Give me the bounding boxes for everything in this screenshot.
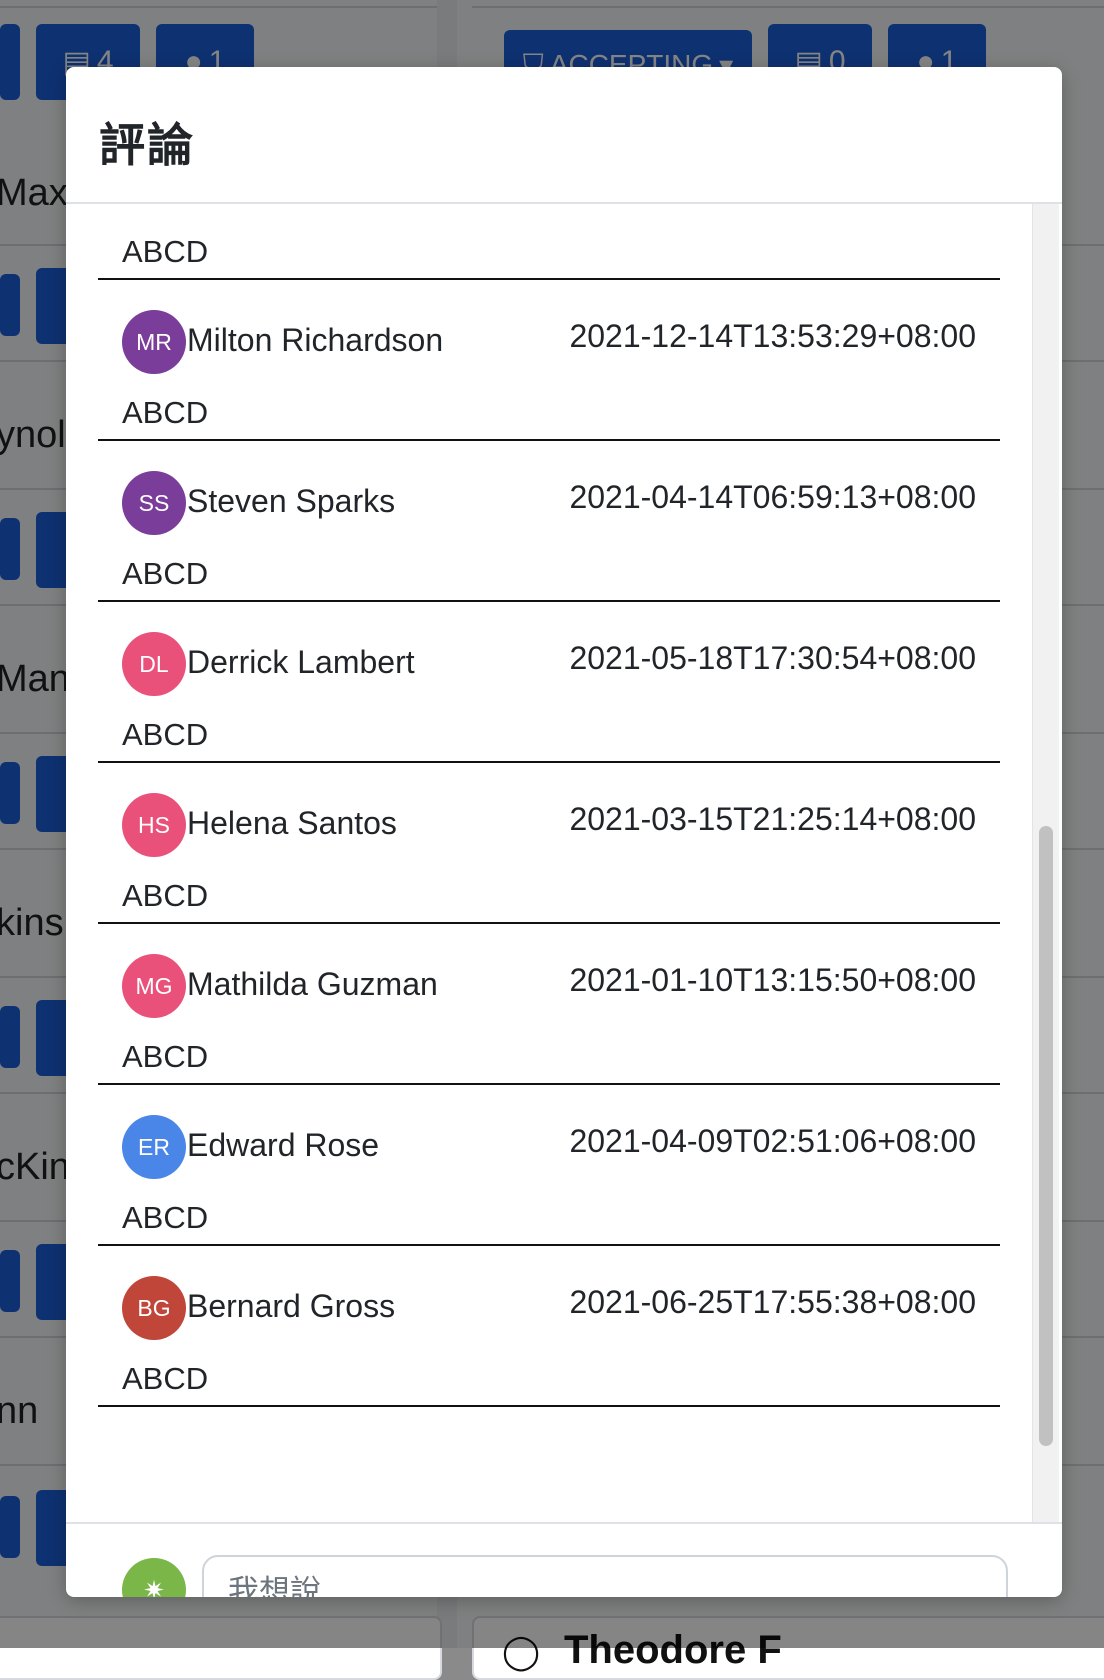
comment-author: Helena Santos xyxy=(187,805,397,841)
comment-text: ABCD xyxy=(122,878,209,913)
comment-timestamp: 2021-05-18T17:30:54+08:00 xyxy=(569,640,976,676)
comment-timestamp: 2021-01-10T13:15:50+08:00 xyxy=(569,962,976,998)
comment-text: ABCD xyxy=(122,234,209,269)
comments-modal: 評論 ABCD MR Milton Richardson 2021-12-14T… xyxy=(66,67,1062,1597)
comment-text: ABCD xyxy=(122,556,209,591)
comment-author: Edward Rose xyxy=(187,1127,380,1163)
comment-item: MR Milton Richardson 2021-12-14T13:53:29… xyxy=(98,280,1000,441)
avatar: DL xyxy=(122,632,186,696)
comment-timestamp: 2021-04-09T02:51:06+08:00 xyxy=(569,1123,976,1159)
comment-text: ABCD xyxy=(122,395,209,430)
scrollbar[interactable] xyxy=(1032,204,1059,1522)
modal-title: 評論 xyxy=(99,119,195,171)
comment-item: MG Mathilda Guzman 2021-01-10T13:15:50+0… xyxy=(98,924,1000,1085)
modal-footer: ✷ xyxy=(66,1522,1062,1597)
avatar: MG xyxy=(122,954,186,1018)
comment-list: ABCD MR Milton Richardson 2021-12-14T13:… xyxy=(98,204,1000,1407)
comment-text: ABCD xyxy=(122,1039,209,1074)
sparkle-icon: ✷ xyxy=(143,1574,165,1598)
comment-item: ER Edward Rose 2021-04-09T02:51:06+08:00… xyxy=(98,1085,1000,1246)
comment-author: Bernard Gross xyxy=(187,1288,396,1324)
comment-item: HS Helena Santos 2021-03-15T21:25:14+08:… xyxy=(98,763,1000,924)
comment-text: ABCD xyxy=(122,1200,209,1235)
comment-timestamp: 2021-06-25T17:55:38+08:00 xyxy=(569,1284,976,1320)
avatar: SS xyxy=(122,471,186,535)
comment-timestamp: 2021-04-14T06:59:13+08:00 xyxy=(569,479,976,515)
comment-author: Milton Richardson xyxy=(187,322,444,358)
comment-input[interactable] xyxy=(202,1555,1008,1597)
comment-item: ABCD xyxy=(98,204,1000,280)
avatar: ER xyxy=(122,1115,186,1179)
comment-author: Derrick Lambert xyxy=(187,644,415,680)
comment-text: ABCD xyxy=(122,1361,209,1396)
modal-body[interactable]: ABCD MR Milton Richardson 2021-12-14T13:… xyxy=(66,204,1062,1522)
avatar: MR xyxy=(122,310,186,374)
comment-timestamp: 2021-03-15T21:25:14+08:00 xyxy=(569,801,976,837)
avatar: HS xyxy=(122,793,186,857)
comment-author: Steven Sparks xyxy=(187,483,396,519)
scrollbar-thumb[interactable] xyxy=(1039,826,1053,1446)
avatar: BG xyxy=(122,1276,186,1340)
comment-author: Mathilda Guzman xyxy=(187,966,438,1002)
comment-text: ABCD xyxy=(122,717,209,752)
current-user-avatar: ✷ xyxy=(122,1558,186,1597)
modal-header: 評論 xyxy=(66,67,1062,204)
comment-timestamp: 2021-12-14T13:53:29+08:00 xyxy=(569,318,976,354)
comment-item: DL Derrick Lambert 2021-05-18T17:30:54+0… xyxy=(98,602,1000,763)
comment-item: BG Bernard Gross 2021-06-25T17:55:38+08:… xyxy=(98,1246,1000,1407)
comment-item: SS Steven Sparks 2021-04-14T06:59:13+08:… xyxy=(98,441,1000,602)
